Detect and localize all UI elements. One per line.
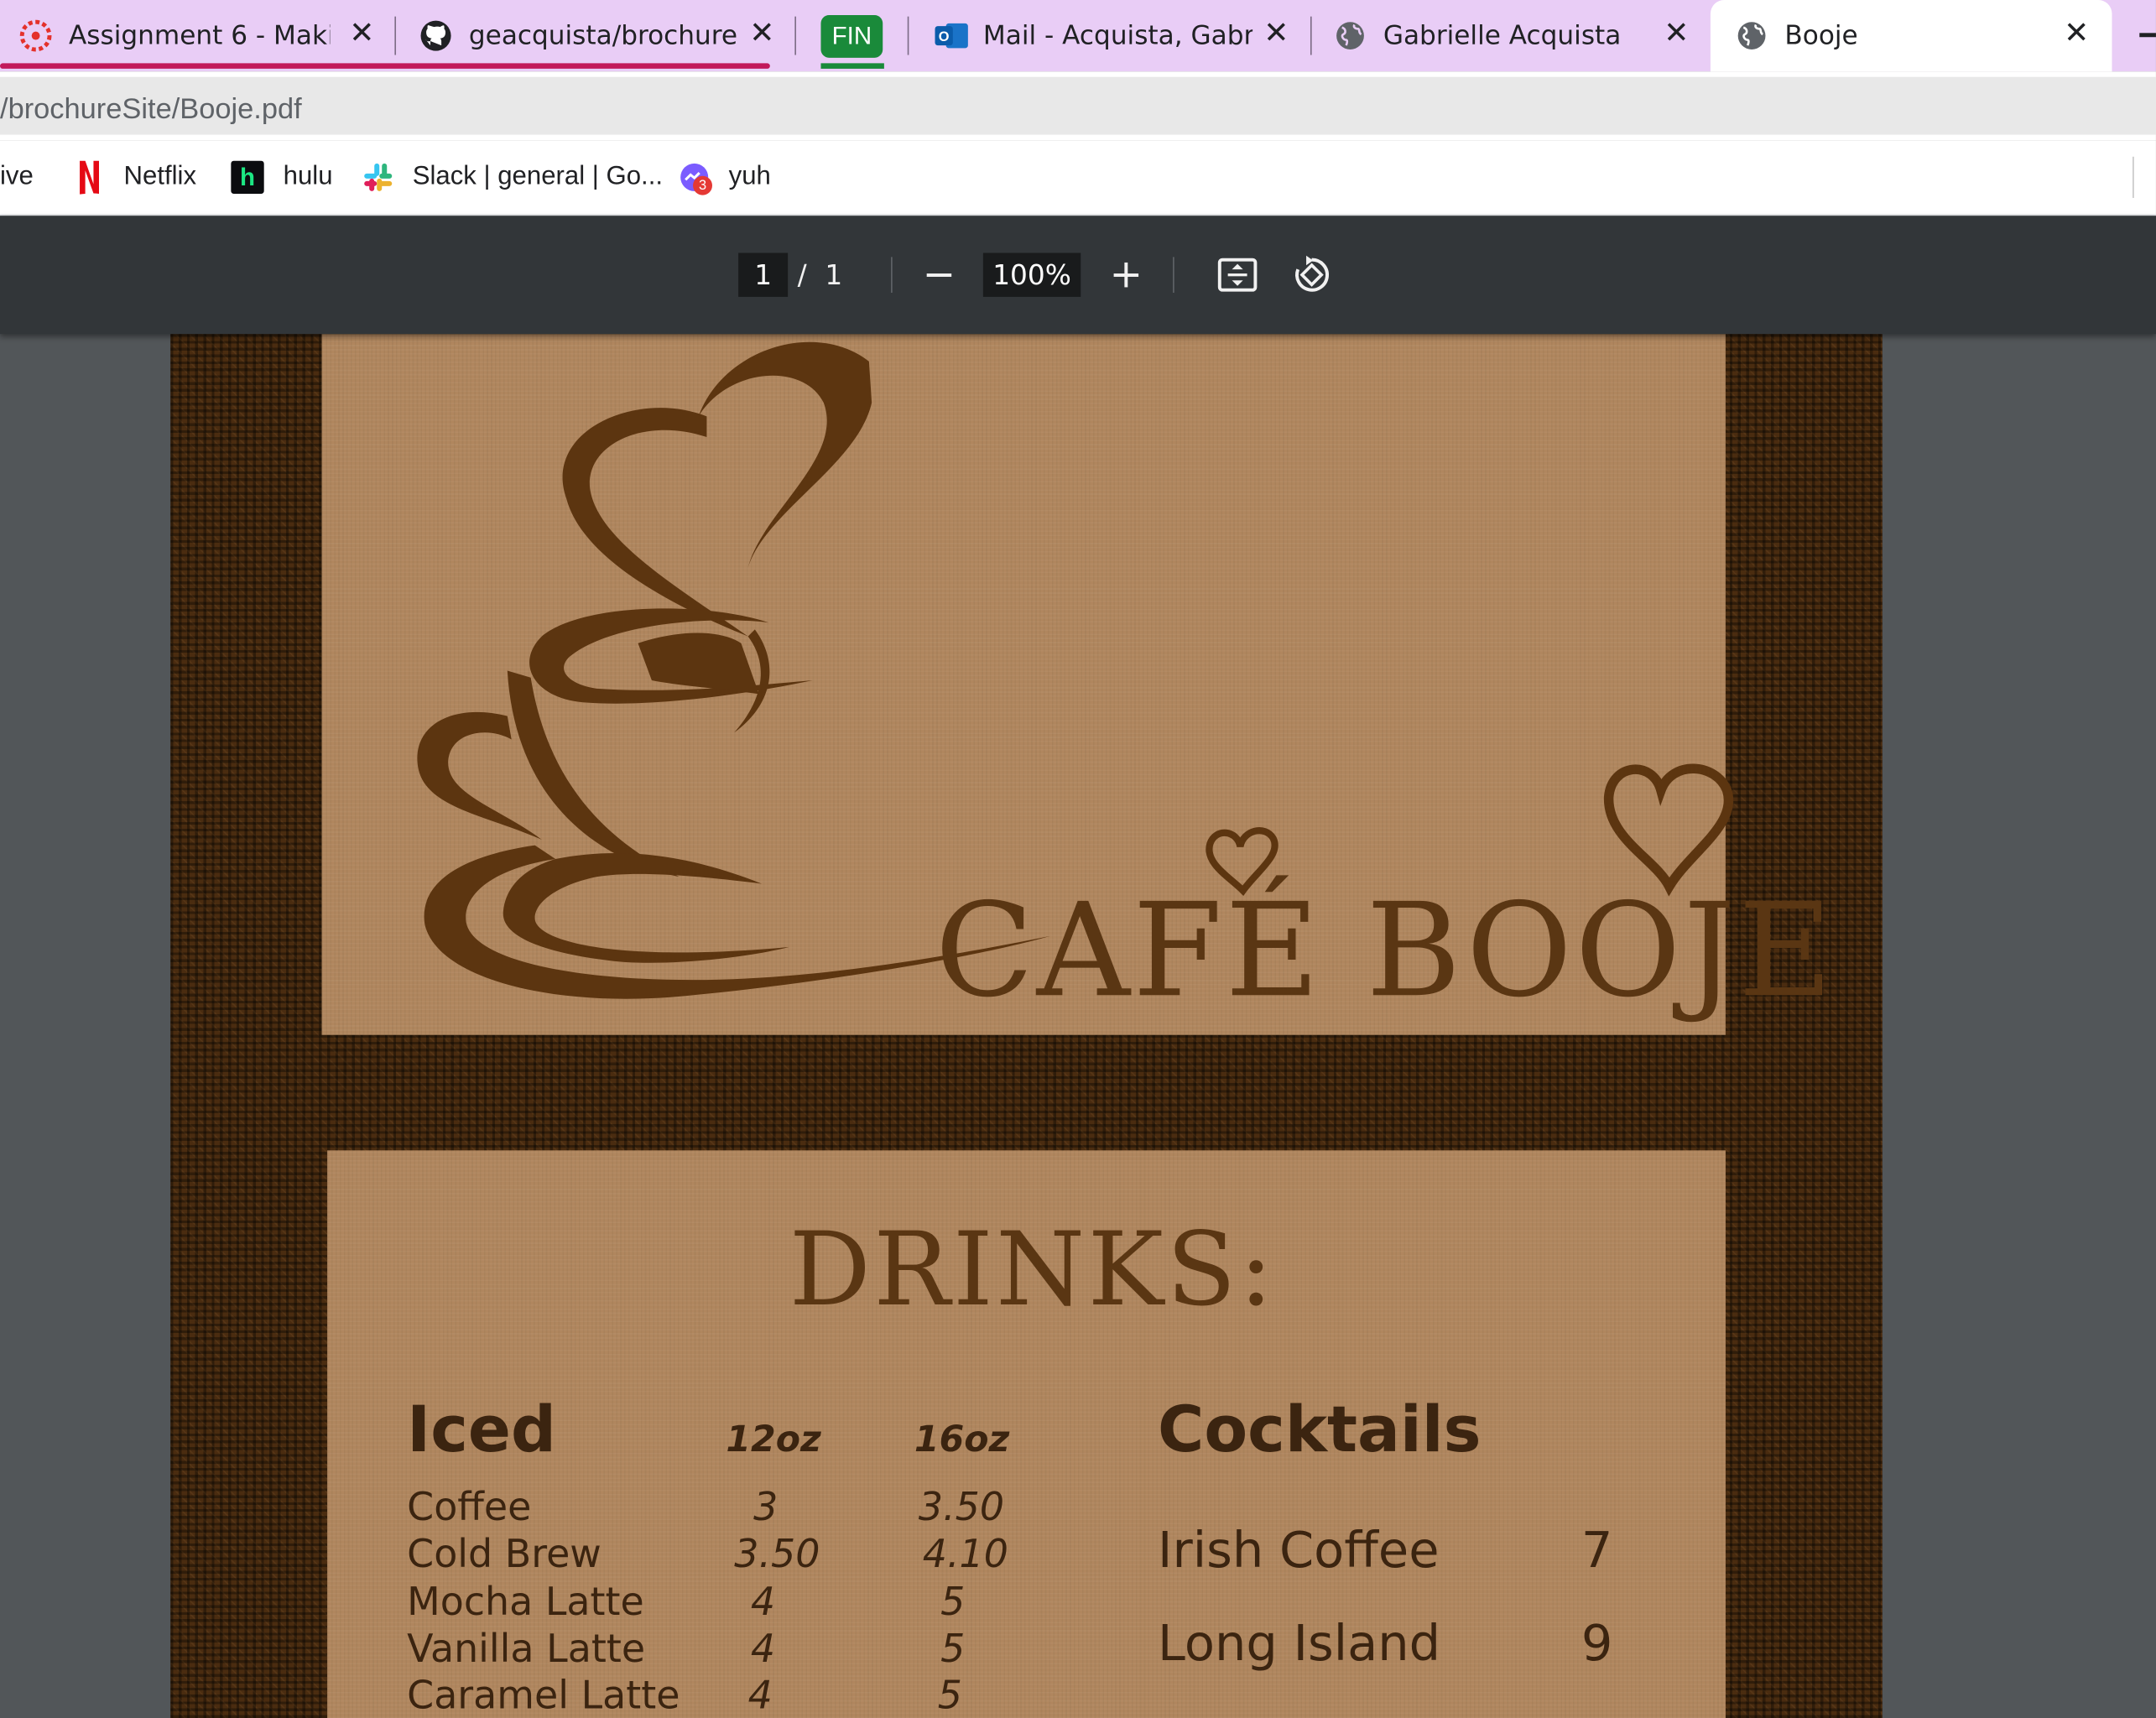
messenger-icon: 3 — [680, 162, 713, 195]
globe-icon — [1334, 19, 1367, 52]
bookmark-label: Slack | general | Go... — [412, 162, 664, 191]
close-icon[interactable]: ✕ — [349, 17, 374, 51]
price-large: 3.50 — [918, 1484, 1005, 1530]
bookmarks-divider — [2133, 156, 2134, 198]
tab-strip: Assignment 6 - Making ✕ geacquista/broch… — [0, 0, 2156, 72]
menu-item-name: Vanilla Latte — [407, 1626, 646, 1672]
bookmark-label: ive — [0, 162, 34, 191]
fin-group-underline — [820, 63, 884, 69]
cocktail-price: 7 — [1581, 1523, 1613, 1580]
tab-scroll-indicator[interactable] — [2139, 33, 2156, 38]
tab-mail[interactable]: O Mail - Acquista, Gabriell ✕ — [934, 0, 1294, 71]
toolbar-divider — [891, 257, 893, 293]
bookmark-slack[interactable]: Slack | general | Go... — [363, 157, 663, 198]
tab-booje[interactable]: Booje ✕ — [1710, 0, 2112, 72]
menu-item-name: Cold Brew — [407, 1531, 601, 1577]
bookmarks-bar: ive Netflix h hulu Slack | general | Go.… — [0, 140, 2156, 216]
close-icon[interactable]: ✕ — [2064, 17, 2089, 51]
menu-item-name: Mocha Latte — [407, 1579, 644, 1625]
bookmark-hulu[interactable]: h hulu — [231, 157, 333, 198]
zoom-in-button[interactable] — [1101, 250, 1151, 299]
tab-github[interactable]: geacquista/brochureSite ✕ — [419, 0, 779, 71]
tab-gabrielle[interactable]: Gabrielle Acquista ✕ — [1334, 0, 1694, 71]
fit-to-page-button[interactable] — [1213, 250, 1263, 299]
fit-page-icon — [1217, 258, 1258, 292]
toolbar-divider — [1173, 257, 1174, 293]
price-small: 4 — [750, 1579, 776, 1625]
page-number-input[interactable]: 1 — [738, 252, 789, 297]
close-icon[interactable]: ✕ — [1263, 17, 1289, 51]
slack-icon — [363, 162, 393, 192]
tab-fin-group[interactable]: FIN — [820, 0, 889, 71]
bookmark-drive[interactable]: ive — [0, 157, 34, 198]
canvas-icon — [19, 19, 52, 52]
svg-text:O: O — [939, 29, 950, 44]
page-separator: / — [797, 258, 807, 292]
menu-item-name: Coffee — [407, 1484, 532, 1530]
url-field[interactable]: /brochureSite/Booje.pdf — [0, 76, 2156, 135]
cocktail-name: Long Island — [1158, 1616, 1441, 1673]
tab-divider — [794, 16, 796, 55]
fin-badge[interactable]: FIN — [820, 14, 883, 57]
price-small: 3 — [753, 1484, 779, 1530]
price-large: 4.10 — [922, 1531, 1008, 1577]
pdf-page: CAFÉ BOOJE DRINKS: Iced 12oz 16oz Coffee… — [170, 334, 1883, 1718]
globe-icon — [1735, 19, 1768, 52]
cocktail-price: 9 — [1581, 1616, 1613, 1673]
tab-title: geacquista/brochureSite — [468, 20, 738, 51]
notification-badge: 3 — [693, 175, 713, 195]
tab-group-underline — [0, 63, 770, 69]
bookmark-yuh[interactable]: 3 yuh — [680, 157, 771, 198]
price-large: 5 — [937, 1672, 963, 1718]
browser-window: Assignment 6 - Making ✕ geacquista/broch… — [0, 0, 2156, 1718]
rotate-icon — [1295, 255, 1329, 292]
price-large: 5 — [940, 1626, 966, 1672]
outlook-icon: O — [934, 19, 968, 52]
price-small: 4 — [750, 1626, 776, 1672]
close-icon[interactable]: ✕ — [1664, 17, 1689, 51]
address-bar: /brochureSite/Booje.pdf — [0, 71, 2156, 141]
menu-item-name: Caramel Latte — [407, 1672, 680, 1718]
total-pages: 1 — [825, 258, 843, 292]
bookmark-label: hulu — [283, 162, 333, 191]
drinks-heading: DRINKS: — [789, 1210, 1276, 1330]
tab-divider — [394, 16, 397, 55]
hulu-icon: h — [231, 160, 264, 195]
rotate-button[interactable] — [1287, 250, 1336, 299]
zoom-out-button[interactable] — [914, 250, 964, 299]
price-large: 5 — [940, 1579, 966, 1625]
tab-title: Booje — [1784, 20, 1858, 51]
close-icon[interactable]: ✕ — [749, 17, 774, 51]
price-small: 4 — [747, 1672, 773, 1718]
url-text: /brochureSite/Booje.pdf — [0, 93, 302, 126]
minus-icon — [926, 273, 952, 277]
size-header-16oz: 16oz — [914, 1419, 1010, 1461]
bookmark-netflix[interactable]: Netflix — [75, 157, 197, 198]
netflix-icon — [75, 160, 105, 195]
tab-title: Mail - Acquista, Gabriell — [982, 20, 1253, 51]
zoom-level-input[interactable]: 100% — [982, 252, 1081, 297]
cafe-name-heading: CAFÉ BOOJE — [935, 877, 1836, 1027]
bookmark-label: yuh — [728, 162, 771, 191]
price-small: 3.50 — [734, 1531, 820, 1577]
tab-divider — [1310, 16, 1312, 55]
size-header-12oz: 12oz — [726, 1419, 821, 1461]
github-icon — [419, 19, 452, 52]
pdf-toolbar: 1 / 1 100% — [0, 216, 2156, 335]
tab-divider — [907, 16, 909, 55]
cocktail-name: Irish Coffee — [1158, 1523, 1440, 1580]
tab-assignment[interactable]: Assignment 6 - Making ✕ — [19, 0, 377, 71]
iced-heading: Iced — [407, 1392, 557, 1467]
tab-title: Gabrielle Acquista — [1383, 20, 1622, 51]
cocktails-heading: Cocktails — [1158, 1392, 1482, 1467]
bookmark-label: Netflix — [123, 162, 197, 191]
tab-title: Assignment 6 - Making — [68, 20, 330, 51]
plus-icon — [1113, 262, 1139, 288]
